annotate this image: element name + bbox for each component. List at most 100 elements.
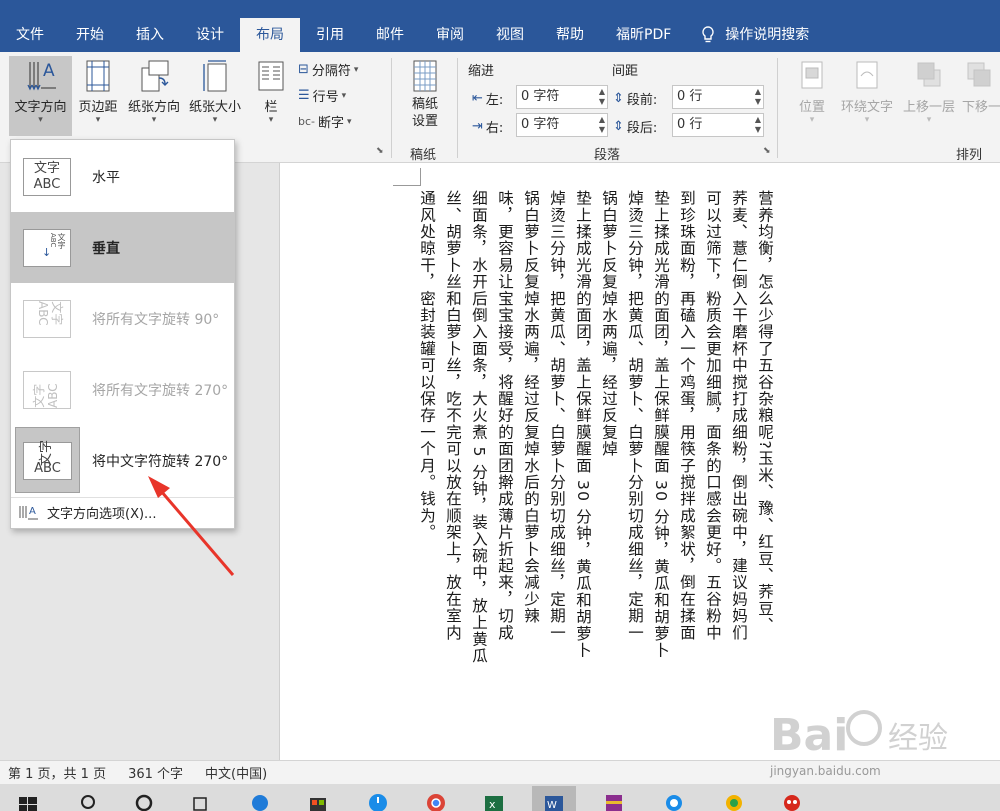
text-column: 营养均衡，怎么少得了五谷杂粮呢?玉米、豫、红豆、荞豆、 [756, 190, 774, 634]
text-column: 可以过筛下，粉质会更加细腻，面条的口感会更好。五谷粉中 [704, 190, 722, 641]
vertical-text-icon: 文字 ABC ↓ [23, 229, 71, 267]
position-button[interactable]: 位置 ▾ [790, 56, 834, 136]
thumb-text: 文字 [33, 161, 60, 176]
line-numbers-icon: ☰ [298, 88, 310, 103]
separator [777, 58, 778, 158]
tell-me-label: 操作说明搜索 [725, 27, 810, 43]
option-vertical[interactable]: 文字 ABC ↓ 垂直 [11, 212, 234, 283]
excel-icon[interactable]: x [484, 789, 504, 811]
qq-browser-icon[interactable] [664, 789, 684, 811]
option-label: 将所有文字旋转 90° [92, 312, 220, 328]
cortana-icon[interactable] [134, 789, 154, 811]
task-view-icon[interactable] [190, 789, 210, 811]
dialog-launcher-icon[interactable]: ⬊ [376, 146, 384, 156]
word-icon[interactable]: W [544, 789, 564, 811]
text-column: 荞麦、薏仁倒入干磨杯中搅打成细粉，倒出碗中，建议妈妈们 [730, 190, 748, 641]
tab-references[interactable]: 引用 [300, 18, 360, 52]
spinner-arrows-icon[interactable]: ▲ ▼ [755, 87, 761, 107]
chevron-down-icon: ▾ [38, 115, 43, 125]
indent-left-input[interactable]: 0 字符 ▲ ▼ [516, 85, 608, 109]
tab-mailings[interactable]: 邮件 [360, 18, 420, 52]
thumb-text: 文字 [39, 439, 55, 467]
wrap-text-icon [856, 61, 878, 89]
indent-right-value: 0 字符 [521, 117, 560, 132]
svg-text:A: A [43, 61, 55, 81]
language[interactable]: 中文(中国) [205, 763, 267, 782]
tell-me-search[interactable]: 操作说明搜索 [687, 18, 809, 52]
breaks-label: 分隔符 [311, 64, 351, 79]
text-column: 通风处晾干，密封装罐可以保存一个月。钱为。 [418, 190, 436, 541]
media-player-icon[interactable] [724, 789, 744, 811]
edge-icon[interactable] [250, 789, 270, 811]
bring-forward-icon [917, 62, 941, 87]
position-label: 位置 [798, 100, 825, 115]
page-corner-mark [393, 168, 421, 186]
tab-view[interactable]: 视图 [480, 18, 540, 52]
spacing-before-input[interactable]: 0 行 ▲ ▼ [672, 85, 764, 109]
position-icon [801, 61, 823, 89]
manuscript-grid-icon [413, 60, 437, 92]
tab-design[interactable]: 设计 [180, 18, 240, 52]
text-direction-button[interactable]: A 文字方向 ▾ [9, 56, 72, 136]
line-numbers-button[interactable]: ☰ 行号 ▾ [298, 86, 346, 105]
tab-insert[interactable]: 插入 [120, 18, 180, 52]
hyphenation-button[interactable]: bc- 断字 ▾ [298, 112, 352, 131]
thumb-text: 文字 [50, 301, 64, 326]
line-numbers-label: 行号 [312, 90, 339, 105]
spinner-arrows-icon[interactable]: ▲ ▼ [599, 87, 605, 107]
breaks-button[interactable]: ⊟ 分隔符 ▾ [298, 60, 358, 79]
option-horizontal[interactable]: 文字 ABC 水平 [11, 141, 234, 212]
spinner-arrows-icon[interactable]: ▲ ▼ [755, 115, 761, 135]
chevron-down-icon: ▾ [95, 115, 101, 125]
tab-help[interactable]: 帮助 [540, 18, 600, 52]
wrap-text-button[interactable]: 环绕文字 ▾ [838, 56, 896, 136]
ribbon-tabs: 文件 开始 插入 设计 布局 引用 邮件 审阅 视图 帮助 福昕PDF 操作说明… [0, 18, 809, 52]
orientation-button[interactable]: 纸张方向 ▾ [124, 56, 184, 136]
chrome-icon[interactable] [426, 789, 446, 811]
indent-right-text: 右: [485, 121, 504, 136]
baidu-watermark-icon: Bai 经验 [770, 710, 948, 761]
clock-app-icon[interactable] [368, 789, 388, 811]
game-app-icon[interactable] [782, 789, 802, 811]
bring-forward-button[interactable]: 上移一层 ▾ [900, 56, 958, 136]
thumb-text: ABC [36, 301, 50, 326]
tab-home[interactable]: 开始 [60, 18, 120, 52]
tab-foxit-pdf[interactable]: 福昕PDF [600, 18, 687, 52]
search-icon[interactable] [78, 789, 98, 811]
dialog-launcher-icon[interactable]: ⬊ [763, 146, 771, 156]
spinner-arrows-icon[interactable]: ▲ ▼ [599, 115, 605, 135]
manuscript-settings-label-line2: 设置 [411, 114, 438, 129]
page-count[interactable]: 第 1 页，共 1 页 [8, 763, 106, 782]
columns-button[interactable]: 栏 ▾ [254, 56, 288, 136]
indent-left-label: ⇤ 左: [472, 89, 503, 108]
indent-left-text: 左: [485, 93, 504, 108]
hyphenation-icon: bc- [298, 115, 315, 128]
manuscript-settings-button[interactable]: 稿纸 设置 [400, 56, 450, 136]
columns-label: 栏 [264, 100, 278, 115]
windows-start-icon[interactable] [18, 789, 38, 811]
horizontal-text-icon: 文字 ABC [23, 158, 71, 196]
document-vertical-text[interactable]: 营养均衡，怎么少得了五谷杂粮呢?玉米、豫、红豆、荞豆、 荞麦、薏仁倒入干磨杯中搅… [414, 190, 778, 664]
chevron-down-icon: ▾ [864, 115, 870, 125]
word-count[interactable]: 361 个字 [128, 763, 183, 782]
text-column: 味，更容易让宝宝接受，将醒好的面团擀成薄片折起来，切成 [496, 190, 514, 641]
winrar-icon[interactable] [604, 789, 624, 811]
indent-right-input[interactable]: 0 字符 ▲ ▼ [516, 113, 608, 137]
svg-text:A: A [29, 506, 36, 517]
svg-text:W: W [547, 800, 557, 811]
send-backward-button[interactable]: 下移一 [962, 56, 1000, 136]
margins-button[interactable]: 页边距 ▾ [75, 56, 121, 136]
indent-left-value: 0 字符 [521, 89, 560, 104]
hyphenation-label: 断字 [318, 116, 345, 131]
tab-file[interactable]: 文件 [0, 18, 60, 52]
option-rotate-270: 文字 ABC 将所有文字旋转 270° [11, 354, 234, 425]
spacing-after-input[interactable]: 0 行 ▲ ▼ [672, 113, 764, 137]
thumb-text: 文字 [32, 383, 46, 408]
lightbulb-icon [702, 26, 714, 43]
tab-review[interactable]: 审阅 [420, 18, 480, 52]
indent-right-label: ⇥ 右: [472, 117, 503, 136]
watermark-url: jingyan.baidu.com [770, 764, 881, 778]
store-icon[interactable] [308, 789, 328, 811]
tab-layout[interactable]: 布局 [240, 18, 300, 52]
size-button[interactable]: 纸张大小 ▾ [186, 56, 244, 136]
